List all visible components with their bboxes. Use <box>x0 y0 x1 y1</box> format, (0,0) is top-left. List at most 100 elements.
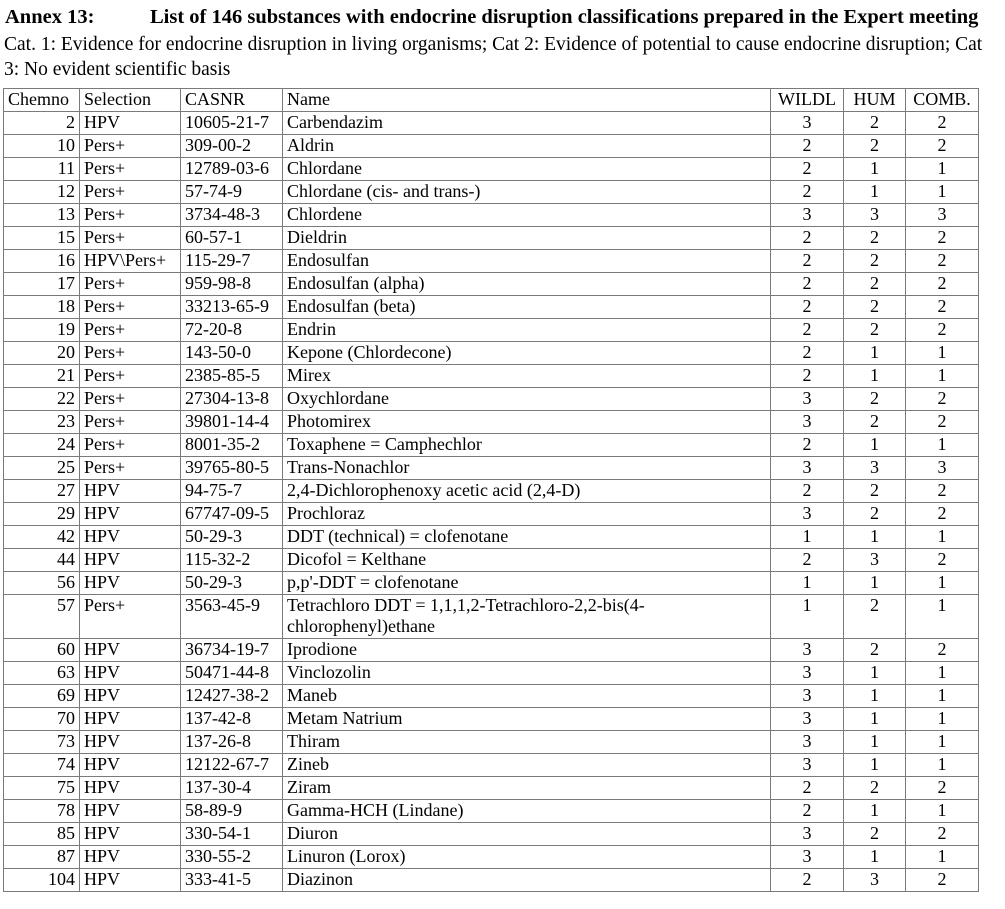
table-row: 18 Pers+ 33213-65-9 Endosulfan (beta) 2 2 2 <box>3 295 979 319</box>
table-row: 11 Pers+ 12789-03-6 Chlordane 2 1 1 <box>3 157 979 181</box>
cell-chemno: 16 <box>3 249 80 273</box>
table-row: 2 HPV 10605-21-7 Carbendazim 3 2 2 <box>3 111 979 135</box>
table-row: 10 Pers+ 309-00-2 Aldrin 2 2 2 <box>3 134 979 158</box>
cell-casnr: 36734-19-7 <box>180 638 283 662</box>
cell-hum: 1 <box>843 341 906 365</box>
cell-comb: 2 <box>905 318 979 342</box>
cell-casnr: 12122-67-7 <box>180 753 283 777</box>
cell-name: Toxaphene = Camphechlor <box>282 433 771 457</box>
cell-hum: 2 <box>843 295 906 319</box>
table-header: Chemno Selection CASNR Name WILDL HUM CO… <box>3 88 979 112</box>
cell-name: Carbendazim <box>282 111 771 135</box>
cell-selection: HPV <box>79 502 181 526</box>
cell-chemno: 20 <box>3 341 80 365</box>
cell-selection: HPV <box>79 868 181 892</box>
cell-chemno: 60 <box>3 638 80 662</box>
table-header-row: Chemno Selection CASNR Name WILDL HUM CO… <box>3 88 979 112</box>
cell-name: Endosulfan (alpha) <box>282 272 771 296</box>
cell-wildl: 2 <box>770 868 844 892</box>
cell-casnr: 2385-85-5 <box>180 364 283 388</box>
cell-selection: Pers+ <box>79 272 181 296</box>
cell-chemno: 69 <box>3 684 80 708</box>
cell-name: 2,4-Dichlorophenoxy acetic acid (2,4-D) <box>282 479 771 503</box>
table-row: 44 HPV 115-32-2 Dicofol = Kelthane 2 3 2 <box>3 548 979 572</box>
cell-hum: 3 <box>843 456 906 480</box>
annex-label: Annex 13: <box>5 6 95 28</box>
cell-hum: 1 <box>843 707 906 731</box>
cell-casnr: 137-26-8 <box>180 730 283 754</box>
cell-name: Chlordene <box>282 203 771 227</box>
cell-wildl: 3 <box>770 684 844 708</box>
cell-wildl: 2 <box>770 341 844 365</box>
cell-selection: HPV <box>79 111 181 135</box>
table-row: 29 HPV 67747-09-5 Prochloraz 3 2 2 <box>3 502 979 526</box>
cell-wildl: 3 <box>770 387 844 411</box>
cell-comb: 3 <box>905 203 979 227</box>
cell-selection: Pers+ <box>79 226 181 250</box>
cell-casnr: 27304-13-8 <box>180 387 283 411</box>
cell-name: Dicofol = Kelthane <box>282 548 771 572</box>
cell-selection: HPV <box>79 638 181 662</box>
cell-name: Kepone (Chlordecone) <box>282 341 771 365</box>
cell-name: Diazinon <box>282 868 771 892</box>
cell-name: Maneb <box>282 684 771 708</box>
table-row: 85 HPV 330-54-1 Diuron 3 2 2 <box>3 822 979 846</box>
cell-chemno: 27 <box>3 479 80 503</box>
cell-selection: HPV <box>79 707 181 731</box>
table-row: 69 HPV 12427-38-2 Maneb 3 1 1 <box>3 684 979 708</box>
cell-comb: 2 <box>905 272 979 296</box>
cell-name: Zineb <box>282 753 771 777</box>
cell-selection: Pers+ <box>79 341 181 365</box>
cell-comb: 2 <box>905 776 979 800</box>
cell-chemno: 25 <box>3 456 80 480</box>
cell-chemno: 75 <box>3 776 80 800</box>
cell-hum: 2 <box>843 594 906 639</box>
cell-hum: 1 <box>843 661 906 685</box>
cell-name: Trans-Nonachlor <box>282 456 771 480</box>
table-row: 22 Pers+ 27304-13-8 Oxychlordane 3 2 2 <box>3 387 979 411</box>
cell-selection: HPV <box>79 776 181 800</box>
cell-name: Prochloraz <box>282 502 771 526</box>
cell-hum: 1 <box>843 433 906 457</box>
cell-casnr: 50471-44-8 <box>180 661 283 685</box>
cell-wildl: 3 <box>770 661 844 685</box>
cell-hum: 1 <box>843 753 906 777</box>
cell-chemno: 74 <box>3 753 80 777</box>
cell-comb: 1 <box>905 157 979 181</box>
cell-hum: 1 <box>843 157 906 181</box>
cell-casnr: 115-29-7 <box>180 249 283 273</box>
cell-wildl: 2 <box>770 295 844 319</box>
cell-chemno: 22 <box>3 387 80 411</box>
cell-comb: 1 <box>905 341 979 365</box>
cell-casnr: 10605-21-7 <box>180 111 283 135</box>
cell-wildl: 2 <box>770 433 844 457</box>
cell-name: Endosulfan <box>282 249 771 273</box>
cell-comb: 2 <box>905 479 979 503</box>
cell-name: Ziram <box>282 776 771 800</box>
cell-casnr: 959-98-8 <box>180 272 283 296</box>
cell-selection: Pers+ <box>79 387 181 411</box>
cell-chemno: 19 <box>3 318 80 342</box>
cell-chemno: 44 <box>3 548 80 572</box>
table-row: 21 Pers+ 2385-85-5 Mirex 2 1 1 <box>3 364 979 388</box>
cell-chemno: 13 <box>3 203 80 227</box>
cell-wildl: 2 <box>770 479 844 503</box>
table-row: 27 HPV 94-75-7 2,4-Dichlorophenoxy acetic a… <box>3 479 979 503</box>
cell-comb: 1 <box>905 594 979 639</box>
table-row: 57 Pers+ 3563-45-9 Tetrachloro DDT = 1,1,1,… <box>3 594 979 639</box>
cell-selection: HPV <box>79 548 181 572</box>
table-body: 2 HPV 10605-21-7 Carbendazim 3 2 2 10 Pers+ 309-0… <box>3 111 979 892</box>
cell-selection: HPV\Pers+ <box>79 249 181 273</box>
table-row: 60 HPV 36734-19-7 Iprodione 3 2 2 <box>3 638 979 662</box>
cell-comb: 2 <box>905 502 979 526</box>
cell-comb: 2 <box>905 868 979 892</box>
cell-comb: 2 <box>905 822 979 846</box>
cell-hum: 2 <box>843 134 906 158</box>
column-header-casnr: CASNR <box>180 88 283 112</box>
cell-casnr: 330-54-1 <box>180 822 283 846</box>
cell-comb: 2 <box>905 638 979 662</box>
cell-chemno: 21 <box>3 364 80 388</box>
table-row: 20 Pers+ 143-50-0 Kepone (Chlordecone) 2 1 1 <box>3 341 979 365</box>
cell-wildl: 1 <box>770 525 844 549</box>
cell-hum: 3 <box>843 203 906 227</box>
